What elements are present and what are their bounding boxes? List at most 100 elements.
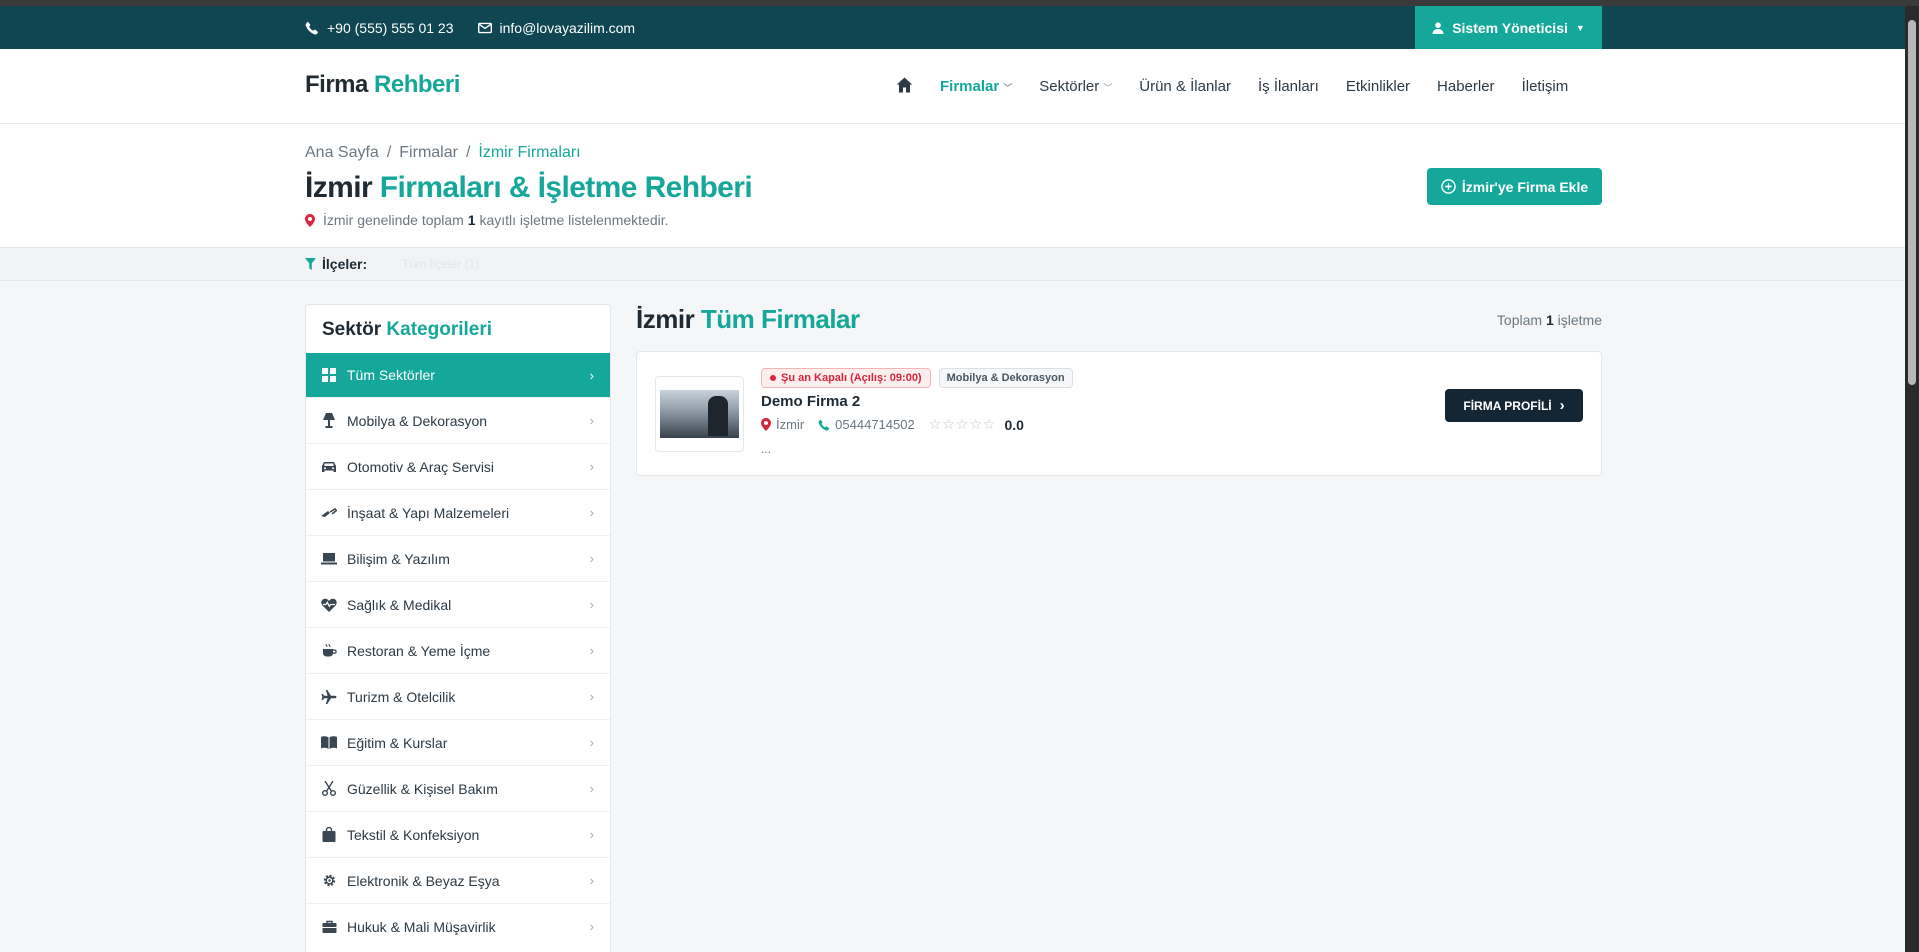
chevron-down-icon: ﹀ [1003,83,1013,93]
sidebar-item-elektronik[interactable]: Elektronik & Beyaz Eşya › [306,857,610,903]
laptop-icon [320,552,338,565]
add-firm-button[interactable]: İzmir'ye Firma Ekle [1427,168,1602,205]
breadcrumb-separator: / [386,144,392,161]
sidebar-item-hukuk[interactable]: Hukuk & Mali Müşavirlik › [306,903,610,949]
firm-card[interactable]: Şu an Kapalı (Açılış: 09:00) Mobilya & D… [636,351,1602,476]
nav-sektorler[interactable]: Sektörler ﹀ [1039,78,1112,95]
coffee-icon [320,643,338,658]
chevron-right-icon: › [589,689,594,704]
email-contact[interactable]: info@lovayazilim.com [477,19,636,36]
sidebar-item-saglik[interactable]: Sağlık & Medikal › [306,581,610,627]
logo-text-accent: Rehberi [374,71,460,98]
logo-text-dark: Firma [305,71,368,98]
sidebar-item-label: Restoran & Yeme İçme [347,642,491,659]
plus-circle-icon [1441,179,1456,194]
add-firm-label: İzmir'ye Firma Ekle [1461,178,1589,195]
sidebar-item-label: Güzellik & Kişisel Bakım [347,780,498,797]
district-all-option[interactable]: Tüm İlçeler (1) [402,257,479,271]
contact-info: +90 (555) 555 01 23 info@lovayazilim.com [305,6,635,49]
sidebar-item-turizm[interactable]: Turizm & Otelcilik › [306,673,610,719]
grid-icon [320,368,338,382]
user-menu-button[interactable]: Sistem Yöneticisi ▼ [1415,6,1602,49]
sidebar-item-tum-sektorler[interactable]: Tüm Sektörler › [306,353,610,397]
sidebar-item-guzellik[interactable]: Güzellik & Kişisel Bakım › [306,765,610,811]
breadcrumb-home[interactable]: Ana Sayfa [305,144,379,161]
firm-city: İzmir [776,417,805,432]
sidebar-title-dark: Sektör [322,319,382,340]
chevron-right-icon: › [589,873,594,888]
home-icon[interactable] [896,77,913,97]
main-nav: Firmalar ﹀ Sektörler ﹀ Ürün & İlanlar İş İ… [896,49,1568,124]
sidebar-item-restoran[interactable]: Restoran & Yeme İçme › [306,627,610,673]
nav-haberler[interactable]: Haberler [1437,78,1495,95]
chevron-right-icon: › [1559,397,1565,414]
caret-down-icon: ▼ [1575,22,1585,33]
nav-etkinlikler[interactable]: Etkinlikler [1346,78,1410,95]
sidebar-item-label: Hukuk & Mali Müşavirlik [347,918,496,935]
phone-icon [818,419,830,431]
shopping-bag-icon [320,827,338,842]
lamp-icon [320,413,338,428]
district-filter-label: İlçeler: [305,256,367,272]
map-pin-icon [305,213,315,227]
firm-phone[interactable]: 05444714502 [818,417,915,432]
chevron-right-icon: › [589,505,594,520]
phone-icon [305,21,319,35]
subtitle-count: 1 [467,212,476,228]
chevron-right-icon: › [589,459,594,474]
sidebar-item-label: Sağlık & Medikal [347,596,452,613]
sidebar-item-egitim[interactable]: Eğitim & Kurslar › [306,719,610,765]
sidebar-item-label: Tekstil & Konfeksiyon [347,826,480,843]
chevron-right-icon: › [589,919,594,934]
district-filter-bar: İlçeler: Tüm İlçeler (1) [0,248,1905,281]
page-subtitle: İzmir genelinde toplam 1 kayıtlı işletme… [305,212,669,228]
site-logo[interactable]: Firma Rehberi [305,71,460,99]
sidebar-item-label: Elektronik & Beyaz Eşya [347,872,500,889]
plane-icon [320,689,338,704]
listing-title-rest: Tüm Firmalar [700,304,860,334]
firm-badges: Şu an Kapalı (Açılış: 09:00) Mobilya & D… [761,368,1073,388]
sidebar-item-insaat[interactable]: İnşaat & Yapı Malzemeleri › [306,489,610,535]
chevron-right-icon: › [589,735,594,750]
briefcase-icon [320,920,338,933]
sidebar-title-accent: Kategorileri [386,319,493,340]
sidebar-item-mobilya[interactable]: Mobilya & Dekorasyon › [306,397,610,443]
chevron-down-icon: ﹀ [1103,83,1113,93]
nav-iletisim[interactable]: İletişim [1522,78,1569,95]
scissors-icon [320,781,338,796]
heartbeat-icon [320,598,338,612]
listing-title-city: İzmir [636,304,695,334]
chevron-right-icon: › [589,413,594,428]
email-text: info@lovayazilim.com [499,19,636,36]
page-title-rest: Firmaları & İşletme Rehberi [379,171,753,204]
rating-value: 0.0 [1004,416,1024,433]
map-pin-icon [761,418,771,431]
sidebar-item-tekstil[interactable]: Tekstil & Konfeksiyon › [306,811,610,857]
breadcrumb-firms[interactable]: Firmalar [399,144,458,161]
firm-image [660,390,739,438]
firm-name[interactable]: Demo Firma 2 [761,393,860,410]
sidebar-item-label: İnşaat & Yapı Malzemeleri [347,504,510,521]
sidebar-item-label: Otomotiv & Araç Servisi [347,458,495,475]
car-icon [320,461,338,473]
sidebar-item-label: Mobilya & Dekorasyon [347,412,488,429]
firm-thumbnail[interactable] [655,376,744,452]
nav-is-ilanlari[interactable]: İş İlanları [1258,78,1319,95]
nav-firmalar[interactable]: Firmalar ﹀ [940,78,1012,95]
phone-contact[interactable]: +90 (555) 555 01 23 [305,20,454,36]
sidebar-title: Sektör Kategorileri [306,305,610,353]
sidebar-item-otomotiv[interactable]: Otomotiv & Araç Servisi › [306,443,610,489]
chevron-right-icon: › [589,781,594,796]
breadcrumb: Ana Sayfa / Firmalar / İzmir Firmaları [305,144,581,162]
user-menu-label: Sistem Yöneticisi [1452,19,1568,36]
listing-total-count: Toplam 1 işletme [1493,312,1602,328]
nav-urun-ilanlar[interactable]: Ürün & İlanlar [1139,78,1231,95]
sidebar-item-label: Eğitim & Kurslar [347,734,448,751]
total-number: 1 [1545,312,1554,328]
firm-profile-button[interactable]: FİRMA PROFİLİ › [1445,389,1583,422]
sidebar-item-label: Turizm & Otelcilik [347,688,456,705]
sidebar-item-bilisim[interactable]: Bilişim & Yazılım › [306,535,610,581]
sidebar-item-label: Tüm Sektörler [347,367,435,383]
envelope-icon [477,22,492,33]
scrollbar-thumb[interactable] [1908,20,1916,385]
